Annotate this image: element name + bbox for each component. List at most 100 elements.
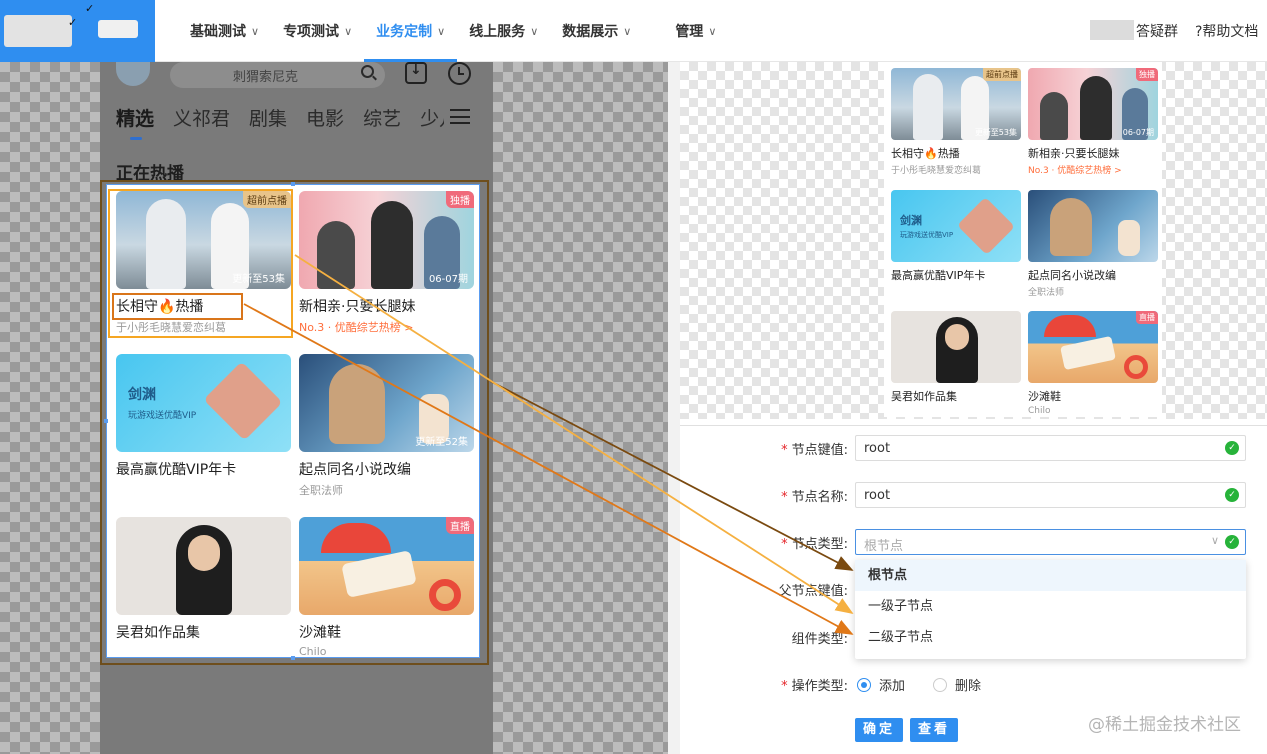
nav-data-display[interactable]: 数据展示 ∨ [550, 0, 643, 62]
card-subtitle: Chilo [1028, 406, 1051, 416]
video-thumbnail [891, 311, 1021, 383]
select-placeholder: 根节点 [864, 539, 904, 554]
preview-video-card[interactable]: 吴君如作品集 [891, 311, 1021, 404]
preview-video-card[interactable]: 独播 06-07期 新相亲·只要长腿妹 No.3 · 优酷综艺热榜 > [1028, 68, 1158, 176]
nav-special-test[interactable]: 专项测试 ∨ [271, 0, 364, 62]
preview-video-card[interactable]: 起点同名小说改编 全职法师 [1028, 190, 1158, 298]
help-doc-link[interactable]: ?帮助文档 [1195, 21, 1258, 41]
preview-video-card[interactable]: 超前点播 更新至53集 长相守🔥热播 于小彤毛晓慧爱恋纠葛 [891, 68, 1021, 176]
card-subtitle: 全职法师 [299, 484, 343, 497]
tab-variety[interactable]: 综艺 [363, 104, 401, 131]
chevron-down-icon: ∨ [344, 24, 353, 38]
node-type-select[interactable]: 根节点 ∨ ✓ [855, 529, 1246, 555]
preview-video-card[interactable]: 直播 沙滩鞋 Chilo [1028, 311, 1158, 416]
card-subtitle[interactable]: No.3 · 优酷综艺热榜 > [1028, 163, 1158, 176]
resize-handle[interactable] [104, 419, 108, 423]
video-card[interactable]: 直播 沙滩鞋 Chilo [299, 517, 474, 658]
dropdown-option[interactable]: 一级子节点 [855, 591, 1246, 622]
resize-handle[interactable] [291, 656, 295, 660]
promo-title: 剑渊 [128, 387, 156, 403]
card-subtitle[interactable]: No.3 · 优酷综艺热榜 > [299, 319, 474, 335]
video-thumbnail: 独播 06-07期 [299, 191, 474, 289]
tab-movies[interactable]: 电影 [306, 104, 344, 131]
status-badge: 超前点播 [983, 68, 1021, 81]
radio-delete[interactable] [933, 677, 948, 692]
towel-shape [1060, 335, 1116, 371]
video-card[interactable]: 剑渊 玩游戏送优酷VIP 最高赢优酷VIP年卡 [116, 354, 291, 479]
card-title: 新相亲·只要长腿妹 [299, 299, 416, 315]
dropdown-option[interactable]: 根节点 [855, 560, 1246, 591]
video-card[interactable]: 更新至52集 起点同名小说改编 全职法师 [299, 354, 474, 498]
nav-label: 基础测试 [190, 24, 246, 40]
radio-add[interactable] [857, 677, 871, 692]
preview-video-card[interactable]: 剑渊 玩游戏送优酷VIP 最高赢优酷VIP年卡 [891, 190, 1021, 283]
heart-shield-icon [203, 361, 283, 441]
node-key-input[interactable]: root ✓ [855, 435, 1246, 461]
confirm-button[interactable]: 确定 [855, 718, 904, 742]
chevron-down-icon: ∨ [437, 24, 446, 38]
check-circle-icon: ✓ [1225, 535, 1239, 549]
chevron-down-icon: ∨ [1210, 534, 1219, 547]
dropdown-option[interactable]: 二级子节点 [855, 622, 1246, 653]
node-type-dropdown: 根节点 一级子节点 二级子节点 [855, 560, 1246, 659]
selection-box-title [112, 293, 243, 320]
card-title: 吴君如作品集 [116, 625, 200, 641]
view-button[interactable]: 查看 [910, 718, 959, 742]
video-thumbnail: 独播 06-07期 [1028, 68, 1158, 140]
app-logo-icon[interactable] [116, 62, 150, 86]
required-mark: * [781, 537, 788, 552]
nav-manage[interactable]: 管理 ∨ [663, 0, 728, 62]
promo-thumbnail: 剑渊 玩游戏送优酷VIP [891, 190, 1021, 262]
chevron-down-icon: ∨ [623, 24, 632, 38]
card-title: 吴君如作品集 [891, 390, 957, 403]
umbrella-shape [1044, 315, 1096, 337]
card-title: 最高赢优酷VIP年卡 [891, 269, 986, 282]
nav-basic-test[interactable]: 基础测试 ∨ [178, 0, 271, 62]
search-icon[interactable] [361, 65, 374, 78]
component-type-label: 组件类型: [791, 632, 848, 647]
tab-channel[interactable]: 义祁君 [173, 104, 230, 131]
card-title: 沙滩鞋 [1028, 390, 1061, 403]
card-title: 沙滩鞋 [299, 625, 341, 641]
tab-kids[interactable]: 少儿 [420, 104, 444, 131]
tab-featured[interactable]: 精选 [116, 104, 154, 140]
towel-shape [341, 550, 417, 598]
nav-business-custom[interactable]: 业务定制 ∨ [364, 0, 458, 62]
required-mark: * [781, 679, 788, 694]
check-icon: ✓ [68, 16, 78, 29]
input-value: root [864, 488, 891, 503]
face-shape [945, 324, 969, 350]
radio-add-label[interactable]: 添加 [879, 675, 905, 694]
chevron-down-icon: ∨ [530, 24, 539, 38]
nav-label: 管理 [675, 24, 704, 40]
redacted-group-id [1090, 20, 1134, 40]
chevron-down-icon: ∨ [708, 24, 717, 38]
resize-handle[interactable] [291, 182, 295, 186]
figure-shape [913, 74, 943, 140]
qa-group-link[interactable]: 答疑群 [1136, 21, 1178, 41]
float-ring-shape [1124, 355, 1148, 379]
history-icon[interactable] [448, 62, 471, 85]
promo-subtitle: 玩游戏送优酷VIP [900, 231, 954, 239]
download-icon[interactable] [405, 62, 427, 84]
redacted-logo [4, 15, 72, 47]
video-card[interactable]: 吴君如作品集 [116, 517, 291, 642]
video-card[interactable]: 独播 06-07期 新相亲·只要长腿妹 No.3 · 优酷综艺热榜 > [299, 191, 474, 335]
hand-shape [1118, 220, 1140, 256]
radio-delete-label[interactable]: 删除 [955, 675, 981, 694]
nav-online-service[interactable]: 线上服务 ∨ [457, 0, 550, 62]
check-icon: ✓ [85, 2, 95, 15]
video-thumbnail: 直播 [299, 517, 474, 615]
tab-series[interactable]: 剧集 [249, 104, 287, 131]
node-name-label: * 节点名称: [728, 486, 848, 505]
check-circle-icon: ✓ [1225, 488, 1239, 502]
check-circle-icon: ✓ [1225, 441, 1239, 455]
panel-divider [668, 62, 680, 754]
node-name-input[interactable]: root ✓ [855, 482, 1246, 508]
video-thumbnail [1028, 190, 1158, 262]
card-title: 新相亲·只要长腿妹 [1028, 147, 1120, 160]
required-mark: * [781, 490, 788, 505]
brand-logo-area[interactable] [0, 0, 155, 62]
menu-icon[interactable] [450, 109, 470, 124]
